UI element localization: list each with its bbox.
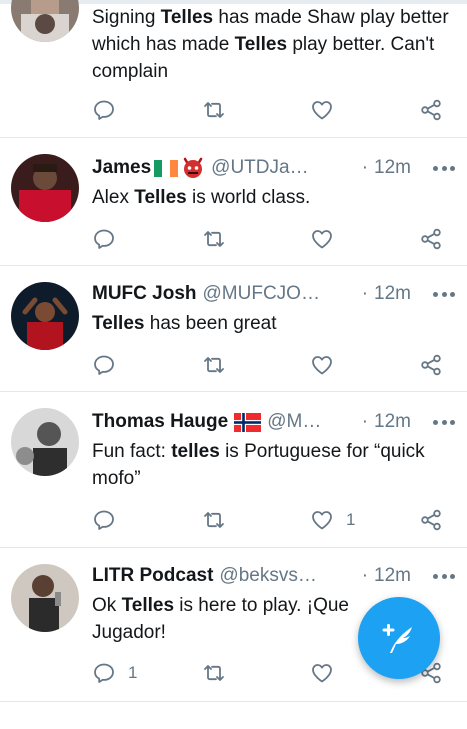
reply-icon <box>94 510 114 530</box>
share-button[interactable] <box>419 224 443 254</box>
avatar[interactable] <box>11 564 79 632</box>
more-icon[interactable] <box>433 573 455 579</box>
retweet-icon <box>204 665 224 681</box>
share-button[interactable] <box>419 350 443 380</box>
like-button[interactable] <box>310 95 334 125</box>
separator-dot: · <box>361 283 369 304</box>
avatar[interactable] <box>11 0 79 42</box>
timestamp: 12m <box>374 157 411 178</box>
reply-count: 1 <box>128 663 138 682</box>
more-icon[interactable] <box>433 291 455 297</box>
retweet-button[interactable] <box>202 350 226 380</box>
share-icon <box>421 99 441 121</box>
like-count: 1 <box>346 510 356 529</box>
tweet-item[interactable]: James @UTDJa… · 12m Alex Telles is world… <box>0 138 467 266</box>
retweet-button[interactable] <box>202 658 226 688</box>
more-icon[interactable] <box>433 419 455 425</box>
timestamp: 12m <box>374 565 411 586</box>
tweet-actions <box>92 95 452 125</box>
retweet-button[interactable] <box>202 95 226 125</box>
tweet-text: Signing Telles has made Shaw play better… <box>92 7 449 82</box>
compose-tweet-icon <box>382 624 412 653</box>
heart-icon <box>312 511 332 530</box>
reply-button[interactable] <box>92 505 116 535</box>
reply-icon <box>94 229 114 249</box>
like-button[interactable] <box>310 350 334 380</box>
reply-button[interactable] <box>92 95 116 125</box>
tweet-text: Telles has been great <box>92 313 277 334</box>
retweet-icon <box>204 231 224 247</box>
share-button[interactable] <box>419 95 443 125</box>
timestamp: 12m <box>374 283 411 304</box>
tweet-text: Ok Telles is here to play. ¡Que Jugador! <box>92 595 349 643</box>
tweet-header: James @UTDJa… · 12m <box>92 155 455 181</box>
heart-icon <box>312 664 332 683</box>
reply-button[interactable] <box>92 350 116 380</box>
red-devil-emoji <box>181 156 205 180</box>
display-name[interactable]: Thomas Hauge <box>92 411 228 433</box>
separator-dot: · <box>361 411 369 432</box>
retweet-icon <box>204 357 224 373</box>
share-icon <box>421 228 441 250</box>
tweet-actions: 1 <box>92 505 452 535</box>
compose-tweet-button[interactable] <box>358 597 440 679</box>
share-button[interactable] <box>419 505 443 535</box>
user-handle: @beksvs… <box>219 565 317 586</box>
reply-icon <box>94 663 114 683</box>
display-name[interactable]: LITR Podcast <box>92 565 213 587</box>
retweet-button[interactable] <box>202 505 226 535</box>
user-handle: @MUFCJO… <box>202 283 320 304</box>
tweet-text: Alex Telles is world class. <box>92 187 311 208</box>
like-button[interactable] <box>310 224 334 254</box>
tweet-header: LITR Podcast @beksvs… · 12m <box>92 563 455 589</box>
avatar[interactable] <box>11 282 79 350</box>
tweet-actions <box>92 350 452 380</box>
share-icon <box>421 509 441 531</box>
tweet-header: Thomas Hauge @M… · 12m <box>92 409 455 435</box>
tweet-actions <box>92 224 452 254</box>
ireland-flag-emoji <box>154 159 179 177</box>
retweet-icon <box>204 102 224 118</box>
separator-dot: · <box>361 565 369 586</box>
tweet-item[interactable]: MUFC Josh @MUFCJO… · 12m Telles has been… <box>0 266 467 392</box>
user-handle: @UTDJa… <box>211 157 309 178</box>
share-icon <box>421 354 441 376</box>
avatar[interactable] <box>11 154 79 222</box>
like-button[interactable]: 1 <box>310 505 355 535</box>
user-handle: @M… <box>267 411 322 432</box>
like-button[interactable] <box>310 658 334 688</box>
avatar[interactable] <box>11 408 79 476</box>
display-name[interactable]: MUFC Josh <box>92 283 197 305</box>
separator-dot: · <box>361 157 369 178</box>
tweet-item[interactable]: Thomas Hauge @M… · 12m Fun fact: telles … <box>0 392 467 548</box>
reply-icon <box>94 355 114 375</box>
tweet-item[interactable]: Signing Telles has made Shaw play better… <box>0 0 467 138</box>
reply-icon <box>94 100 114 120</box>
heart-icon <box>312 356 332 375</box>
reply-button[interactable]: 1 <box>92 658 137 688</box>
more-icon[interactable] <box>433 165 455 171</box>
norway-flag-emoji <box>234 412 262 432</box>
tweet-header: MUFC Josh @MUFCJO… · 12m <box>92 281 455 307</box>
retweet-button[interactable] <box>202 224 226 254</box>
retweet-icon <box>204 512 224 528</box>
heart-icon <box>312 101 332 120</box>
display-name[interactable]: James <box>92 157 151 179</box>
timestamp: 12m <box>374 411 411 432</box>
tweet-text: Fun fact: telles is Portuguese for “quic… <box>92 441 425 489</box>
reply-button[interactable] <box>92 224 116 254</box>
heart-icon <box>312 230 332 249</box>
